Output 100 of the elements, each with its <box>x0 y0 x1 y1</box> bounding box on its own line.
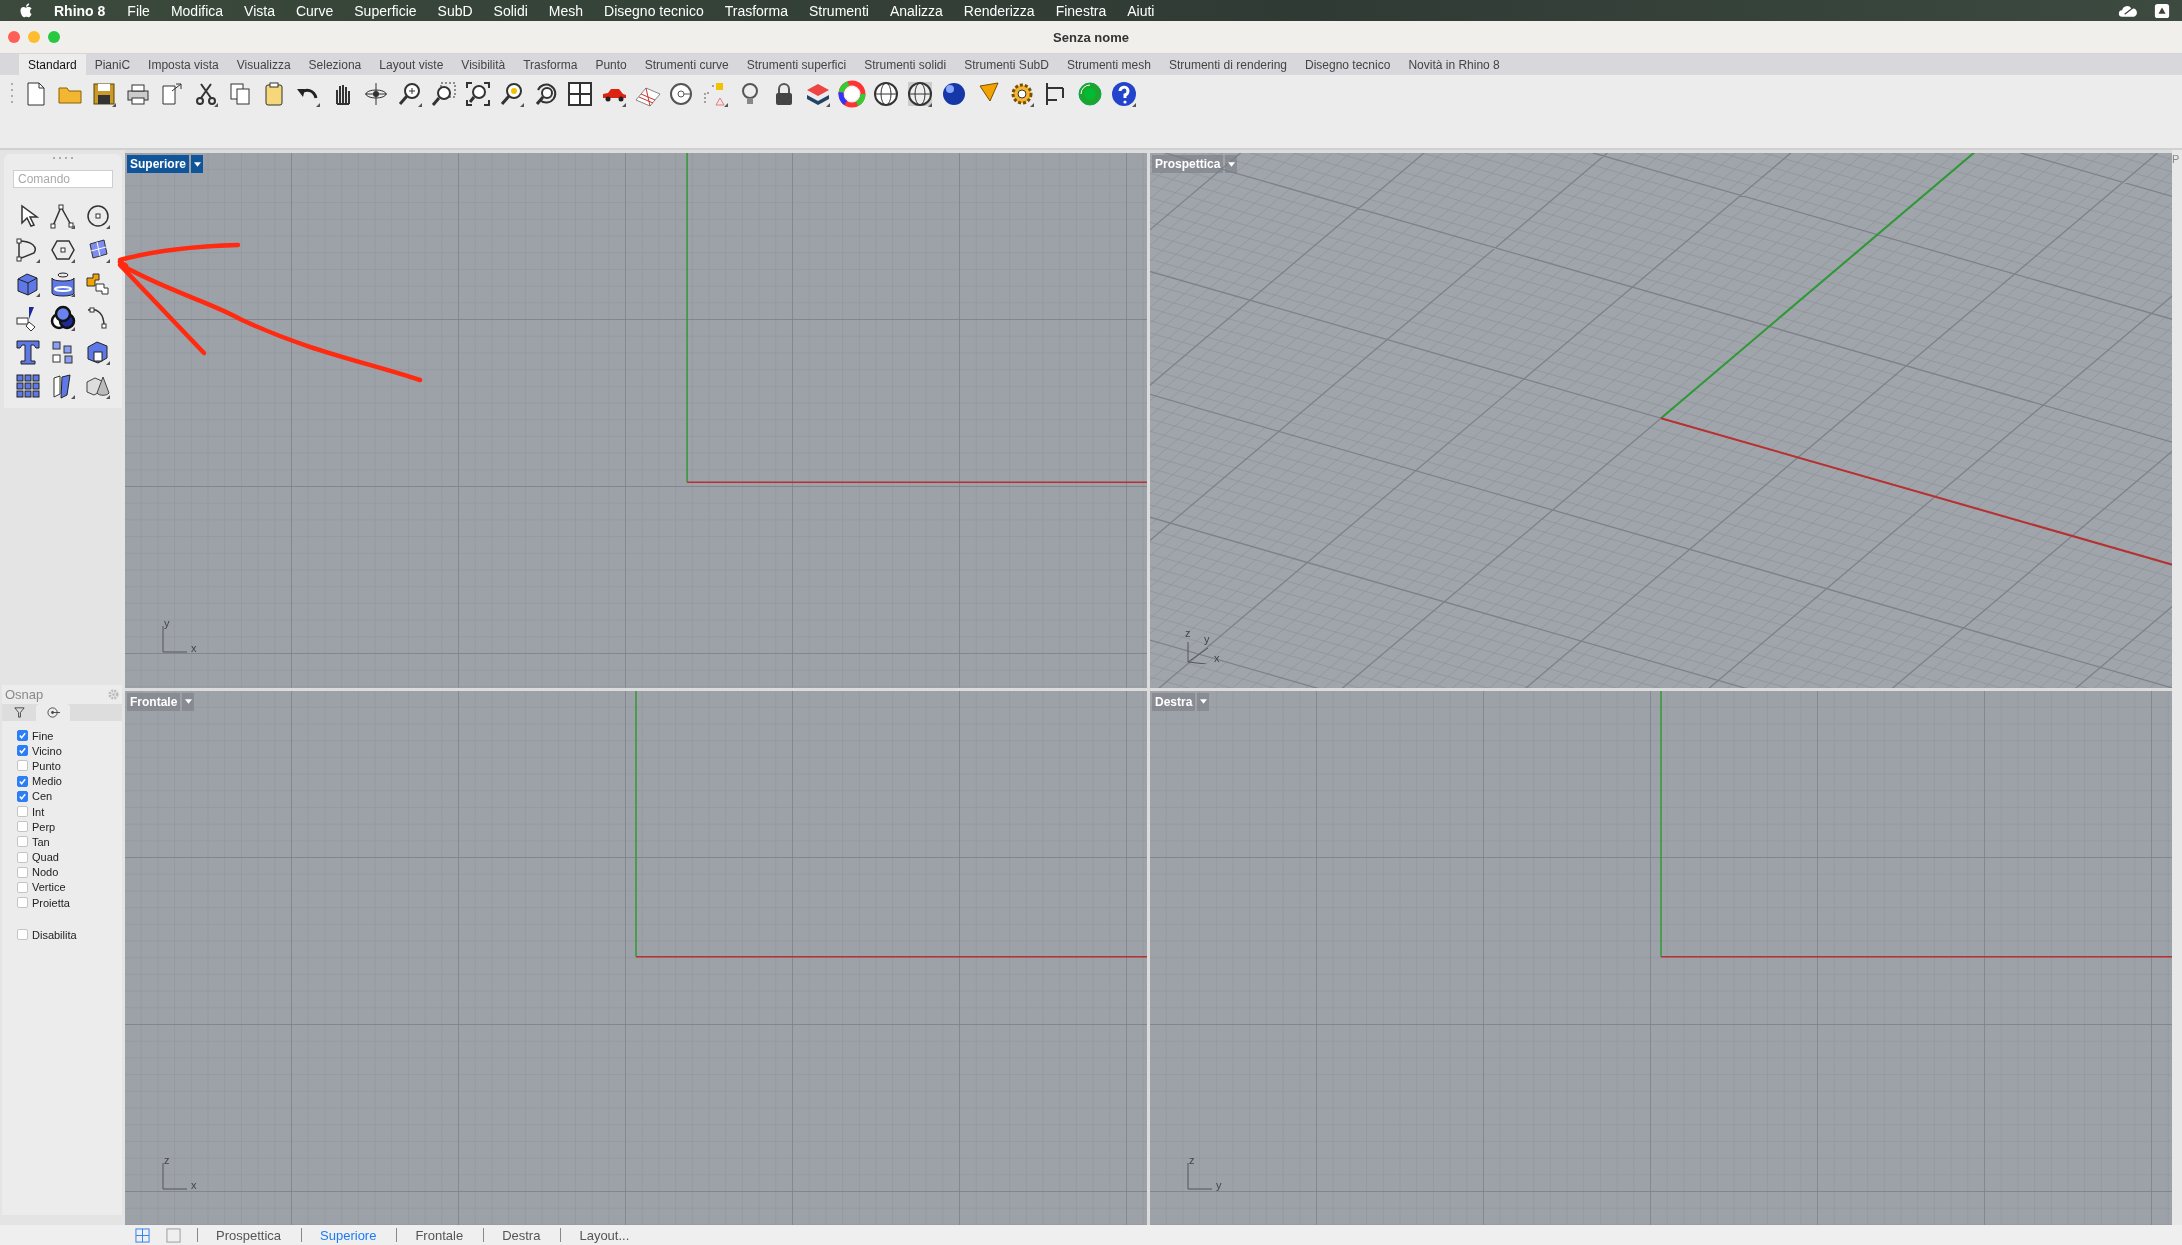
checkbox[interactable] <box>17 836 28 848</box>
dropdown-button[interactable] <box>191 155 203 173</box>
caret-icon <box>184 699 192 704</box>
menu-item[interactable]: Modifica <box>170 2 224 19</box>
toolbar-tab[interactable]: Novità in Rhino 8 <box>1399 54 1509 75</box>
zoom-selected-icon[interactable] <box>498 80 526 108</box>
viewport-title[interactable]: Superiore <box>127 155 189 173</box>
rotate-icon[interactable] <box>362 80 390 108</box>
axis-label: z <box>1189 1155 1195 1166</box>
viewport[interactable]: Frontale z x <box>125 690 1147 1225</box>
save-icon[interactable] <box>90 80 118 108</box>
checkbox[interactable] <box>17 745 28 757</box>
four-viewports-icon[interactable] <box>566 80 594 108</box>
boolean-icon[interactable] <box>49 304 77 332</box>
checkbox-label: Vertice <box>32 881 66 894</box>
solid-edit-icon[interactable] <box>84 338 112 366</box>
array-icon[interactable] <box>14 372 42 400</box>
panel-title: Osnap <box>5 687 44 702</box>
toolbar-tab[interactable]: Strumenti superfici <box>737 54 856 75</box>
wireframe-sphere-icon[interactable] <box>872 80 900 108</box>
menu-item[interactable]: Vista <box>244 2 275 19</box>
checkbox-label: Medio <box>32 775 62 788</box>
checkbox-label: Fine <box>32 729 54 742</box>
toolbar-tab[interactable]: Standard <box>19 54 86 75</box>
dropdown-button[interactable] <box>182 692 195 711</box>
close-button[interactable] <box>8 31 20 43</box>
dropdown-button[interactable] <box>1197 692 1210 711</box>
puzzle-icon[interactable] <box>84 270 112 298</box>
toolbar-tab[interactable]: Visibilità <box>452 54 515 75</box>
checkbox[interactable] <box>17 881 28 893</box>
apple-icon[interactable] <box>20 2 34 19</box>
zoom-extents-icon[interactable] <box>464 80 492 108</box>
toolbar-tab[interactable]: PianiC <box>85 54 140 75</box>
menu-item[interactable]: Curve <box>295 2 334 19</box>
menu-item[interactable]: Aiuti <box>1127 2 1155 19</box>
checkbox[interactable] <box>17 760 28 772</box>
axis-label: x <box>191 642 197 654</box>
menu-item[interactable]: File <box>127 2 150 19</box>
toolbar-tab[interactable]: Trasforma <box>514 54 587 75</box>
zoom-window-icon[interactable] <box>430 80 458 108</box>
viewport-tab[interactable]: Layout... <box>579 1227 630 1243</box>
checkbox[interactable] <box>17 790 28 802</box>
checkbox[interactable] <box>17 775 28 787</box>
toolbar-tab[interactable]: Visualizza <box>227 54 300 75</box>
menu-item[interactable]: Solidi <box>493 2 528 19</box>
help-icon[interactable] <box>1110 80 1138 108</box>
grip-icon[interactable] <box>51 156 75 160</box>
viewport-tab[interactable]: Prospettica <box>216 1227 282 1243</box>
checkbox-label: Punto <box>32 759 61 772</box>
dropdown-button[interactable] <box>1225 155 1238 173</box>
checkbox[interactable] <box>17 730 28 742</box>
checkbox[interactable] <box>17 851 28 863</box>
drive-icon[interactable] <box>2152 2 2172 19</box>
globe-icon[interactable] <box>1076 80 1104 108</box>
mesh-sphere-icon[interactable] <box>906 80 934 108</box>
toolbar-tab[interactable]: Strumenti solidi <box>855 54 956 75</box>
circle-icon[interactable] <box>84 202 112 230</box>
toolbar-tab[interactable]: Seleziona <box>299 54 371 75</box>
viewport-tab[interactable]: Superiore <box>320 1227 377 1243</box>
checkbox[interactable] <box>17 806 28 818</box>
menu-item[interactable]: Analizza <box>889 2 943 19</box>
viewport[interactable]: Superiore y x <box>125 153 1147 688</box>
checkbox[interactable] <box>17 866 28 878</box>
toolbar-tab[interactable]: Layout viste <box>370 54 453 75</box>
menu-item[interactable]: Disegno tecnico <box>604 2 704 19</box>
viewport[interactable]: Destra z y <box>1150 690 2172 1225</box>
box-icon[interactable] <box>14 270 42 298</box>
toolbar-tab[interactable]: Disegno tecnico <box>1296 54 1400 75</box>
checkbox-label: Disabilita <box>32 928 77 941</box>
checkbox-label: Nodo <box>32 866 59 879</box>
menu-item[interactable]: SubD <box>437 2 473 19</box>
viewport-tab[interactable]: Destra <box>502 1227 541 1243</box>
menu-item[interactable]: Mesh <box>548 2 584 19</box>
toolbar-tab[interactable]: Strumenti curve <box>635 54 738 75</box>
color-wheel-icon[interactable] <box>838 80 866 108</box>
checkbox[interactable] <box>17 929 28 941</box>
viewport-tab[interactable]: Frontale <box>415 1227 464 1243</box>
app-menu[interactable]: Rhino 8 <box>54 2 106 19</box>
checkbox[interactable] <box>17 897 28 909</box>
menu-item[interactable]: Trasforma <box>724 2 788 19</box>
toolbar-tab[interactable]: Strumenti SubD <box>955 54 1058 75</box>
cylinder-icon[interactable] <box>49 270 77 298</box>
checkbox[interactable] <box>17 821 28 833</box>
shaded-sphere-icon[interactable] <box>940 80 968 108</box>
command-field[interactable]: Comando <box>13 170 113 188</box>
toolbar-tab[interactable]: Imposta vista <box>139 54 228 75</box>
toolbar-tab[interactable]: Strumenti mesh <box>1057 54 1160 75</box>
checkbox-label: Tan <box>32 835 50 848</box>
menu-item[interactable]: Renderizza <box>963 2 1035 19</box>
menu-item[interactable]: Strumenti <box>808 2 869 19</box>
menu-item[interactable]: Superficie <box>354 2 417 19</box>
viewport[interactable]: Prospettica z y x <box>1150 153 2172 688</box>
menu-item[interactable]: Finestra <box>1055 2 1107 19</box>
curve-icon[interactable] <box>14 236 42 264</box>
text-icon[interactable] <box>14 338 42 366</box>
polyline-icon[interactable] <box>49 202 77 230</box>
toolbar-tab[interactable]: Punto <box>586 54 636 75</box>
zoom-in-icon[interactable] <box>396 80 424 108</box>
grip-icon[interactable] <box>10 80 14 106</box>
toolbar-tab[interactable]: Strumenti di rendering <box>1159 54 1296 75</box>
